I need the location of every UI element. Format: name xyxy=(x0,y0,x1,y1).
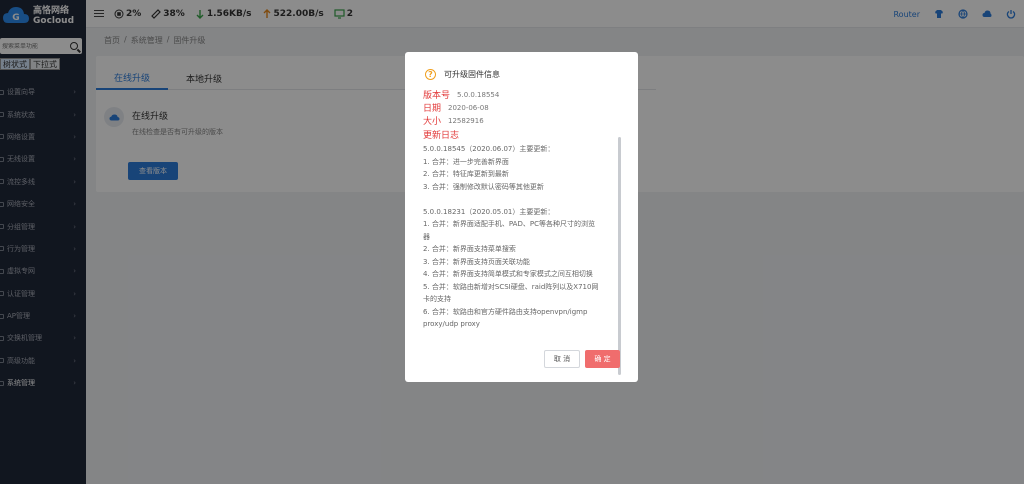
changelog-line: 4. 合并：新界面支持简单模式和专家模式之间互相切换 xyxy=(423,270,593,278)
changelog-line: 2. 合并：特征库更新到最新 xyxy=(423,170,509,178)
date-value: 2020-06-08 xyxy=(448,103,489,112)
size-label: 大小 xyxy=(423,117,442,127)
cancel-button[interactable]: 取 消 xyxy=(544,350,580,368)
changelog-line xyxy=(423,193,621,206)
changelog-title: 更新日志 xyxy=(423,131,460,141)
dialog-body: 版本号 5.0.0.18554 日期 2020-06-08 大小 1258291… xyxy=(423,88,621,358)
date-row: 日期 2020-06-08 xyxy=(423,101,621,115)
changelog-line: 6. 合并：软路由和官方硬件路由支持openvpn/igmp xyxy=(423,307,588,316)
changelog-line: 器 xyxy=(423,232,430,241)
size-row: 大小 12582916 xyxy=(423,114,621,128)
changelog: 5.0.0.18545（2020.06.07）主要更新： 1. 合并：进一步完善… xyxy=(423,143,621,331)
changelog-line: 卡的支持 xyxy=(423,295,451,303)
changelog-line: 5. 合并：软路由新增对SCSI硬盘、raid阵列以及X710网 xyxy=(423,282,599,291)
version-row: 版本号 5.0.0.18554 xyxy=(423,88,621,102)
version-label: 版本号 xyxy=(423,91,451,101)
changelog-line: proxy/udp proxy xyxy=(423,320,480,328)
changelog-line: 5.0.0.18231（2020.05.01）主要更新： xyxy=(423,207,555,216)
version-value: 5.0.0.18554 xyxy=(457,90,500,99)
firmware-info-dialog: ? 可升级固件信息 版本号 5.0.0.18554 日期 2020-06-08 … xyxy=(405,52,638,382)
changelog-line: 2. 合并：新界面支持菜单搜索 xyxy=(423,245,516,253)
dialog-title: 可升级固件信息 xyxy=(444,70,500,79)
changelog-line: 5.0.0.18545（2020.06.07）主要更新： xyxy=(423,145,555,153)
confirm-button[interactable]: 确 定 xyxy=(585,350,620,368)
date-label: 日期 xyxy=(423,104,442,114)
changelog-line: 1. 合并：新界面适配手机、PAD、PC等各种尺寸的浏览 xyxy=(423,220,595,228)
dialog-scrollbar[interactable] xyxy=(618,137,621,375)
size-value: 12582916 xyxy=(448,116,484,125)
changelog-line: 1. 合并：进一步完善新界面 xyxy=(423,157,509,166)
changelog-line: 3. 合并：新界面支持页面关联功能 xyxy=(423,257,530,266)
question-icon: ? xyxy=(425,69,436,80)
changelog-line: 3. 合并：强制修改默认密码等其他更新 xyxy=(423,182,544,191)
